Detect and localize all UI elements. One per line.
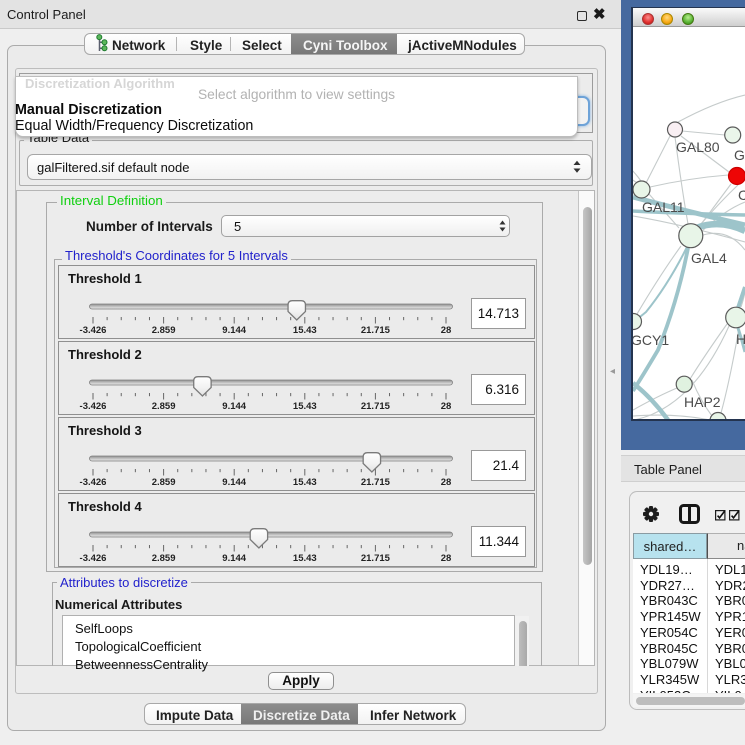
svg-text:9.144: 9.144 xyxy=(222,477,246,488)
svg-text:GA: GA xyxy=(734,147,745,163)
svg-text:2.859: 2.859 xyxy=(152,477,176,488)
svg-text:15.43: 15.43 xyxy=(293,401,317,412)
svg-text:-3.426: -3.426 xyxy=(80,477,107,488)
svg-text:15.43: 15.43 xyxy=(293,325,317,336)
svg-text:9.144: 9.144 xyxy=(222,401,246,412)
svg-text:28: 28 xyxy=(441,553,452,564)
svg-text:C: C xyxy=(738,187,745,203)
svg-text:28: 28 xyxy=(441,325,452,336)
svg-text:28: 28 xyxy=(441,477,452,488)
svg-text:GAL4: GAL4 xyxy=(691,250,727,266)
svg-text:2.859: 2.859 xyxy=(152,401,176,412)
svg-text:GAL80: GAL80 xyxy=(676,139,720,155)
svg-text:9.144: 9.144 xyxy=(222,325,246,336)
svg-text:HAP2: HAP2 xyxy=(684,394,721,410)
svg-text:H: H xyxy=(736,331,745,347)
svg-text:2.859: 2.859 xyxy=(152,553,176,564)
svg-text:9.144: 9.144 xyxy=(222,553,246,564)
svg-text:15.43: 15.43 xyxy=(293,553,317,564)
svg-text:15.43: 15.43 xyxy=(293,477,317,488)
svg-text:21.715: 21.715 xyxy=(361,401,391,412)
svg-text:28: 28 xyxy=(441,401,452,412)
svg-text:21.715: 21.715 xyxy=(361,325,391,336)
svg-text:GCY1: GCY1 xyxy=(633,332,669,348)
svg-text:21.715: 21.715 xyxy=(361,477,391,488)
svg-text:21.715: 21.715 xyxy=(361,553,391,564)
svg-text:-3.426: -3.426 xyxy=(80,401,107,412)
svg-text:GAL11: GAL11 xyxy=(642,199,685,215)
svg-text:-3.426: -3.426 xyxy=(80,325,107,336)
svg-text:2.859: 2.859 xyxy=(152,325,176,336)
svg-text:-3.426: -3.426 xyxy=(80,553,107,564)
